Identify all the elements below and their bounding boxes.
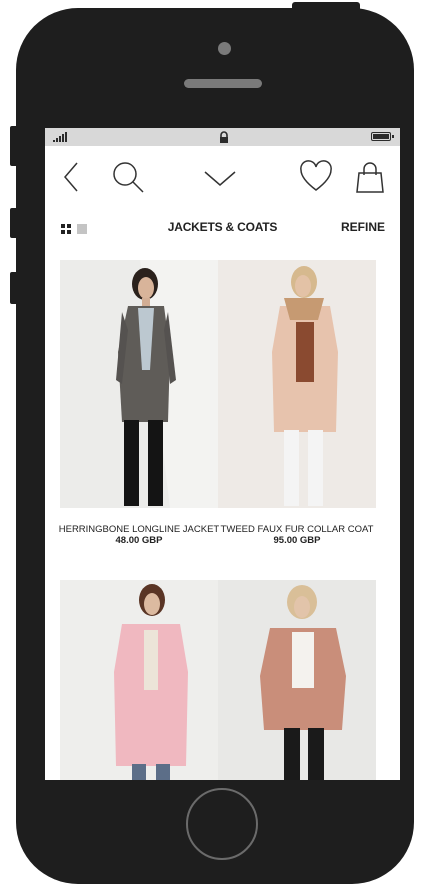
front-camera [218,42,231,55]
battery-icon [371,132,394,141]
product-caption: HERRINGBONE LONGLINE JACKET 48.00 GBP [52,524,226,546]
product-caption: TWEED FAUX FUR COLLAR COAT 95.00 GBP [210,524,384,546]
app-screen: JACKETS & COATS REFINE HERRINGBONE LONGL… [45,128,400,780]
mute-switch [10,126,18,166]
home-button[interactable] [186,788,258,860]
search-icon[interactable] [111,160,145,194]
chevron-down-icon[interactable] [203,160,237,194]
signal-icon [53,132,67,142]
product-price: 95.00 GBP [273,535,321,546]
product-image[interactable] [60,260,218,508]
earpiece-speaker [184,79,262,88]
shopping-bag-icon[interactable] [353,160,387,194]
volume-up-button [10,208,18,238]
category-toolbar: JACKETS & COATS REFINE [45,206,400,254]
product-image[interactable] [218,580,376,780]
product-name: HERRINGBONE LONGLINE JACKET [58,524,220,535]
product-price: 48.00 GBP [115,535,163,546]
status-bar [45,128,400,146]
refine-button[interactable]: REFINE [341,220,385,234]
product-image[interactable] [60,580,218,780]
nav-bar [45,146,400,204]
power-button [292,2,360,12]
heart-icon[interactable] [299,160,333,194]
product-image[interactable] [218,260,376,508]
back-chevron-icon[interactable] [55,160,89,194]
lock-icon [220,131,228,143]
product-name: TWEED FAUX FUR COLLAR COAT [220,524,374,535]
volume-down-button [10,272,18,304]
